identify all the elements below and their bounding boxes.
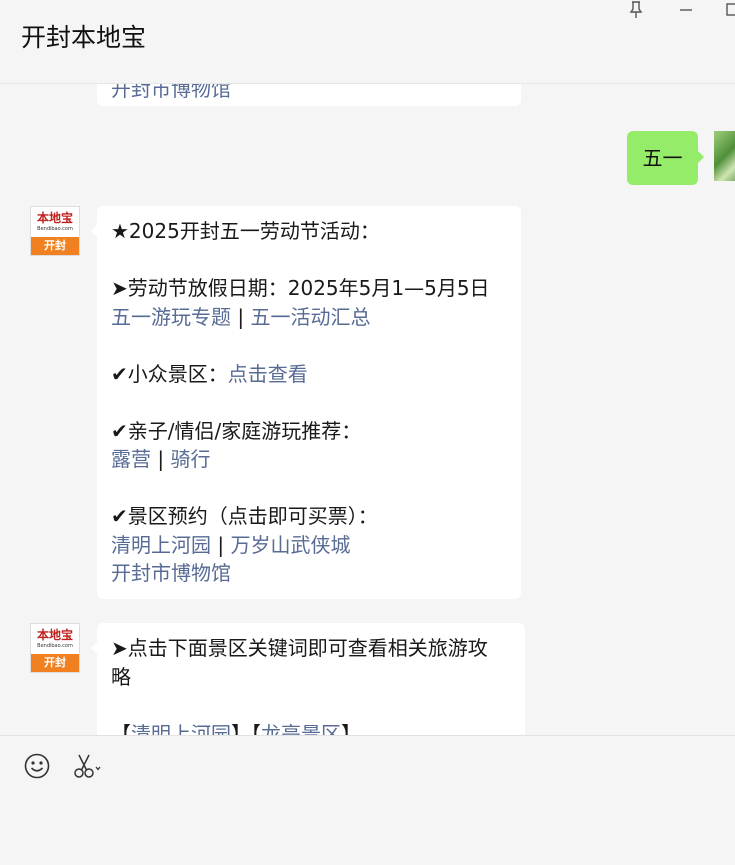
family-label: ✔亲子/情侣/家庭游玩推荐：	[111, 418, 362, 443]
message-bubble-previous: 开封市博物馆	[97, 84, 521, 106]
museum-link-previous[interactable]: 开封市博物馆	[111, 84, 231, 101]
message-bubble-guides: ➤点击下面景区关键词即可查看相关旅游攻 略 【清明上河园】【龙亭景区】	[91, 623, 525, 736]
cycling-link[interactable]: 骑行	[170, 447, 210, 471]
guide-line-1: ➤点击下面景区关键词即可查看相关旅游攻	[111, 636, 488, 660]
qingming-link[interactable]: 清明上河园	[111, 533, 211, 557]
camping-link[interactable]: 露营	[111, 447, 151, 471]
maximize-icon[interactable]	[726, 0, 735, 25]
bracket: 】	[341, 721, 361, 736]
bracket: 】【	[231, 721, 261, 736]
events-link[interactable]: 五一活动汇总	[250, 305, 370, 329]
input-area[interactable]	[0, 735, 735, 865]
avatar-city-text: 开封	[31, 654, 79, 672]
message-bubble-activities: ★2025开封五一劳动节活动： ➤劳动节放假日期：2025年5月1—5月5日 五…	[91, 206, 521, 599]
chat-title: 开封本地宝	[21, 23, 147, 52]
avatar-brand-text: 本地宝	[36, 628, 73, 642]
separator: |	[157, 447, 165, 471]
separator: |	[237, 304, 245, 329]
longting-guide-link[interactable]: 龙亭景区	[261, 722, 341, 736]
sender-avatar[interactable]: 本地宝 Bendibao.com 开封	[30, 206, 80, 256]
niche-link[interactable]: 点击查看	[228, 362, 308, 386]
minimize-icon[interactable]	[679, 0, 693, 25]
pin-icon[interactable]	[628, 0, 644, 25]
museum-link[interactable]: 开封市博物馆	[111, 561, 231, 585]
avatar-city-text: 开封	[31, 237, 79, 255]
avatar-url-text: Bendibao.com	[37, 226, 73, 232]
my-message-bubble: 五一	[627, 131, 704, 185]
my-avatar[interactable]	[714, 131, 735, 181]
title-bar: 开封本地宝	[0, 0, 735, 84]
guide-line-2: 略	[111, 664, 131, 689]
niche-label: ✔小众景区：	[111, 361, 228, 386]
avatar-brand-text: 本地宝	[36, 211, 73, 225]
bracket: 【	[111, 721, 131, 736]
booking-label: ✔景区预约（点击即可买票）：	[111, 504, 378, 528]
separator: |	[217, 532, 225, 557]
emoji-icon[interactable]	[23, 752, 51, 784]
sender-avatar-2[interactable]: 本地宝 Bendibao.com 开封	[30, 623, 80, 673]
avatar-url-text: Bendibao.com	[37, 643, 73, 649]
activity-heading: ★2025开封五一劳动节活动：	[111, 219, 380, 243]
scissors-icon[interactable]	[72, 752, 104, 784]
chat-history[interactable]: 开封市博物馆 五一 本地宝 Bendibao.com 开封 ★2025开封五一劳…	[0, 84, 735, 735]
wansui-link[interactable]: 万岁山武侠城	[230, 533, 350, 557]
holiday-dates: ➤劳动节放假日期：2025年5月1—5月5日	[111, 276, 490, 300]
qingming-guide-link[interactable]: 清明上河园	[131, 722, 231, 736]
topic-link[interactable]: 五一游玩专题	[111, 305, 231, 329]
